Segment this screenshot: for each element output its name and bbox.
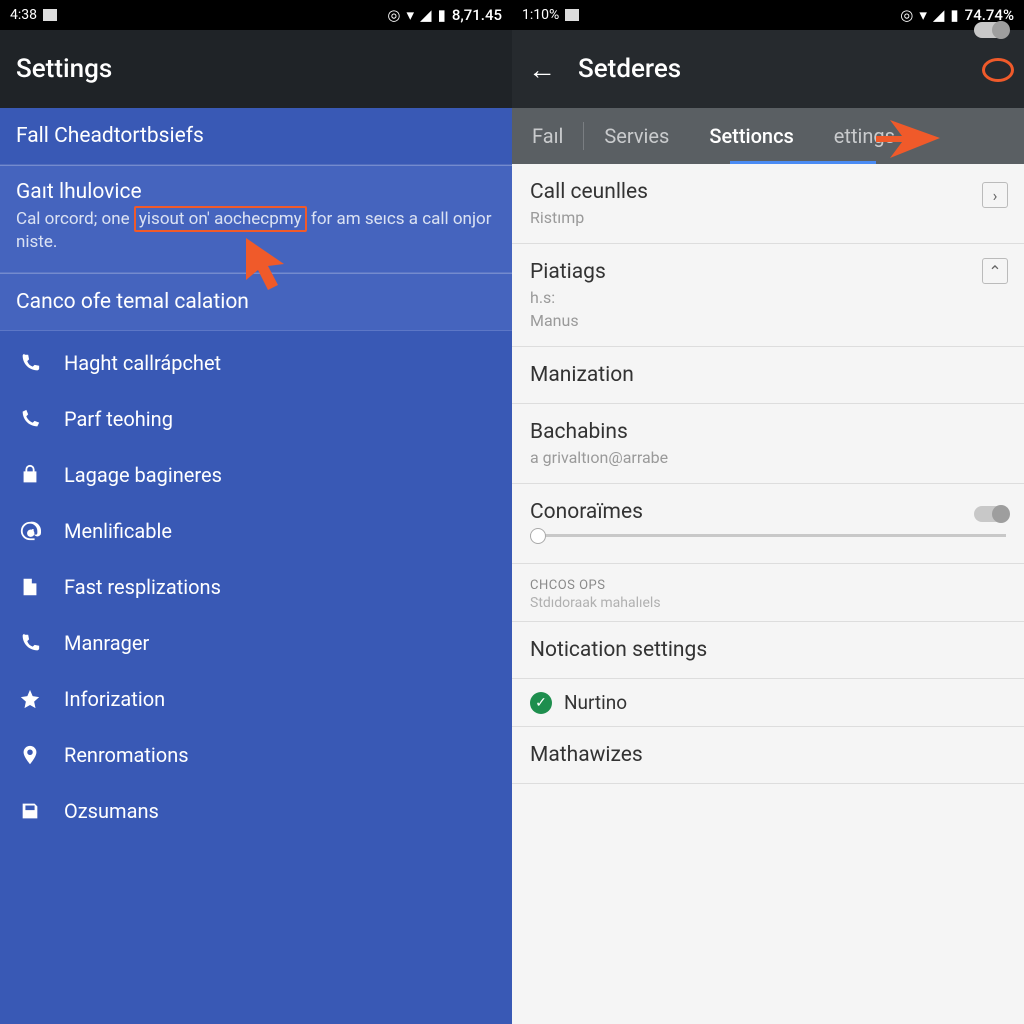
section-fall-cheadtortbsiefs[interactable]: Fall Cheadtortbsiefs: [0, 108, 512, 165]
menu-item-label: Haght callrápchet: [64, 351, 221, 375]
battery-icon: ▮: [950, 6, 958, 24]
status-battery-text: 8,71.45: [452, 6, 502, 24]
menu-item-menlificable[interactable]: Menlificable: [0, 503, 512, 559]
tab-servies[interactable]: Servies: [584, 108, 689, 164]
slider[interactable]: [530, 534, 1006, 537]
row-subtitle-2: Manus: [530, 311, 1006, 330]
expand-icon[interactable]: ⌃: [982, 258, 1008, 284]
section-gait-lhulovice[interactable]: Gaıt lhulovice Cal orcord; one yisout on…: [0, 165, 512, 273]
tab-bar: Faıl Servies Settioncs ettings: [512, 108, 1024, 164]
menu-item-label: Renromations: [64, 743, 189, 767]
menu-item-label: Manrager: [64, 631, 149, 655]
signal-icon: ◢: [933, 6, 945, 24]
menu-item-fast-resplizations[interactable]: Fast resplizations: [0, 559, 512, 615]
toggle-switch[interactable]: [974, 22, 1008, 38]
right-screen: 1:10% ◎ ▾ ◢ ▮ 74.74% ← Setderes Faıl Ser…: [512, 0, 1024, 1024]
settings-list: Call ceunlles Ristımp › Piatiags h.s: Ma…: [512, 164, 1024, 784]
save-icon: [18, 799, 42, 823]
row-mathawizes[interactable]: Mathawizes: [512, 726, 1024, 784]
row-title: Call ceunlles: [530, 180, 1006, 204]
menu-item-inforization[interactable]: Inforization: [0, 671, 512, 727]
app-bar-title: Setderes: [578, 54, 681, 84]
status-bar: 4:38 ◎ ▾ ◢ ▮ 8,71.45: [0, 0, 512, 30]
menu-item-label: Inforization: [64, 687, 165, 711]
row-title: Bachabins: [530, 420, 1006, 444]
phone-icon: [18, 631, 42, 655]
toggle-switch[interactable]: [974, 506, 1008, 522]
menu-item-lagage-bagineres[interactable]: Lagage bagineres: [0, 447, 512, 503]
menu-item-manrager[interactable]: Manrager: [0, 615, 512, 671]
phone-dial-icon: [18, 407, 42, 431]
section-title: Gaıt lhulovice: [16, 180, 496, 204]
left-screen: 4:38 ◎ ▾ ◢ ▮ 8,71.45 Settings Fall Chead…: [0, 0, 512, 1024]
row-subtitle: h.s:: [530, 288, 1006, 307]
hotspot-icon: ◎: [387, 6, 400, 24]
row-piatiags[interactable]: Piatiags h.s: Manus ⌃: [512, 244, 1024, 347]
menu-item-label: Parf teohing: [64, 407, 173, 431]
row-title: Piatiags: [530, 260, 1006, 284]
wifi-icon: ▾: [407, 6, 415, 24]
row-manization[interactable]: Manization: [512, 347, 1024, 404]
status-time: 1:10%: [522, 7, 559, 23]
hotspot-icon: ◎: [900, 6, 913, 24]
row-label: Nurtino: [564, 691, 627, 714]
row-title: Notication settings: [530, 638, 1006, 662]
menu-item-label: Menlificable: [64, 519, 172, 543]
status-bar: 1:10% ◎ ▾ ◢ ▮ 74.74%: [512, 0, 1024, 30]
app-bar: Settings: [0, 30, 512, 108]
tab-fail[interactable]: Faıl: [512, 108, 583, 164]
row-notication-settings[interactable]: Notication settings: [512, 621, 1024, 679]
row-title: Mathawizes: [530, 743, 1006, 767]
at-sign-icon: [18, 519, 42, 543]
notification-icon: [43, 9, 57, 21]
menu-item-label: Fast resplizations: [64, 575, 221, 599]
highlighted-text: yisout on' aochecpmy: [134, 206, 307, 232]
section-label: Canco ofe temal calation: [16, 290, 249, 314]
menu-item-label: Ozsumans: [64, 799, 159, 823]
highlight-ring-icon: [982, 58, 1014, 82]
battery-icon: ▮: [438, 6, 446, 24]
menu-item-parf-teohing[interactable]: Parf teohing: [0, 391, 512, 447]
row-title: Manization: [530, 363, 1006, 387]
settings-content: Fall Cheadtortbsiefs Gaıt lhulovice Cal …: [0, 108, 512, 839]
section-label: Fall Cheadtortbsiefs: [16, 124, 204, 148]
menu-item-renromations[interactable]: Renromations: [0, 727, 512, 783]
section-header-sub: Stdıdoraak mahalıels: [512, 595, 1024, 621]
status-time: 4:38: [10, 7, 37, 23]
menu-list: Haght callrápchet Parf teohing Lagage ba…: [0, 331, 512, 839]
pin-icon: [18, 743, 42, 767]
row-call-ceunlles[interactable]: Call ceunlles Ristımp ›: [512, 164, 1024, 244]
app-bar-title: Settings: [16, 54, 112, 84]
row-subtitle: Ristımp: [530, 208, 1006, 227]
notification-icon: [565, 9, 579, 21]
row-conoratmes[interactable]: Conoraïmes: [512, 484, 1024, 564]
check-circle-icon: ✓: [530, 692, 552, 714]
row-subtitle: a grivaltıon@arrabe: [530, 448, 1006, 467]
wifi-icon: ▾: [919, 6, 927, 24]
back-icon[interactable]: ←: [528, 53, 556, 86]
menu-item-haght-callrapchet[interactable]: Haght callrápchet: [0, 335, 512, 391]
row-nurtino[interactable]: ✓ Nurtino: [512, 679, 1024, 726]
row-title: Conoraïmes: [530, 500, 1006, 524]
menu-item-ozsumans[interactable]: Ozsumans: [0, 783, 512, 839]
phone-handset-icon: [18, 351, 42, 375]
document-icon: [18, 575, 42, 599]
signal-icon: ◢: [420, 6, 432, 24]
section-header-chcos-ops: CHCOS OPS: [512, 564, 1024, 595]
star-icon: [18, 687, 42, 711]
chevron-right-icon[interactable]: ›: [982, 182, 1008, 208]
row-bachabins[interactable]: Bachabins a grivaltıon@arrabe: [512, 404, 1024, 484]
menu-item-label: Lagage bagineres: [64, 463, 222, 487]
lock-bag-icon: [18, 463, 42, 487]
tab-settioncs[interactable]: Settioncs: [689, 108, 813, 164]
app-bar: ← Setderes: [512, 30, 1024, 108]
